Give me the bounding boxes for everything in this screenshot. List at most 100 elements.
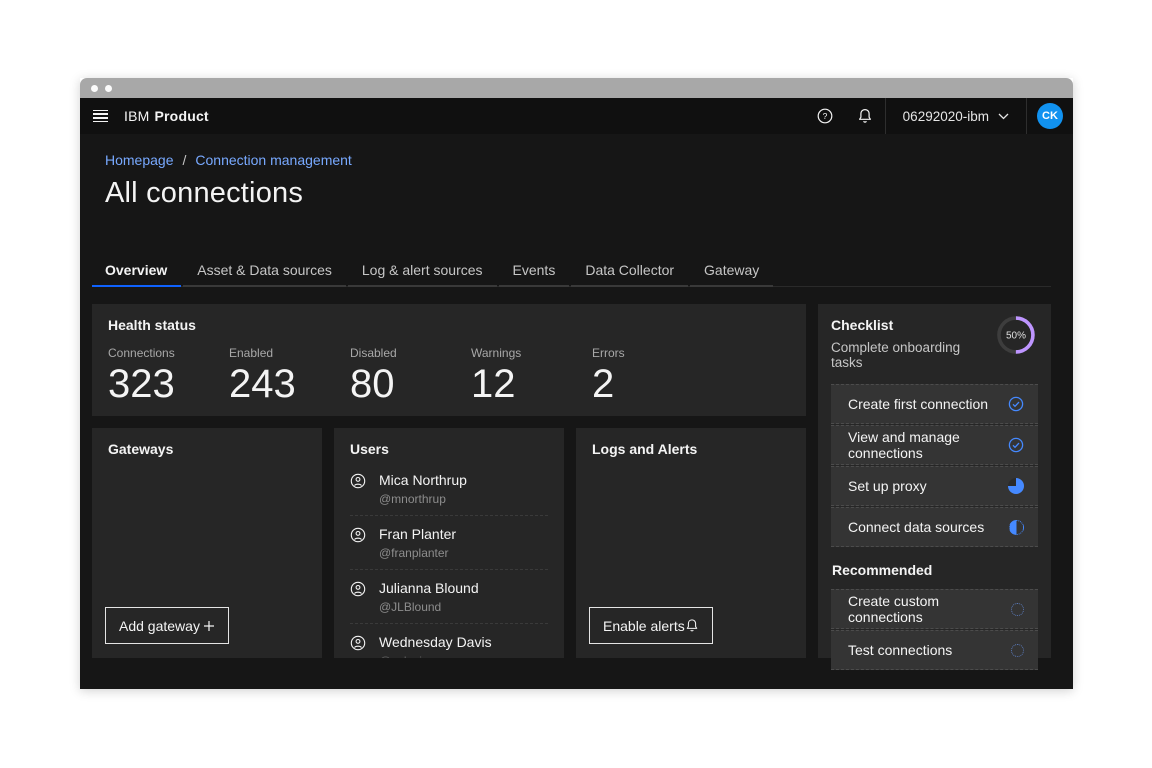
user-avatar[interactable]: CK (1037, 103, 1063, 129)
dotted-circle-icon (1011, 603, 1024, 616)
checklist-item-connect-data-sources[interactable]: Connect data sources (831, 507, 1038, 547)
bell-icon (857, 108, 873, 124)
checklist-subtitle: Complete onboarding tasks (831, 340, 995, 370)
enable-alerts-label: Enable alerts (603, 618, 685, 634)
checklist-item-label: Test connections (848, 642, 952, 658)
account-dropdown[interactable]: 06292020-ibm (886, 98, 1026, 134)
enable-alerts-button[interactable]: Enable alerts (589, 607, 713, 644)
app-shell: IBM Product ? 06292020-ibm (80, 98, 1073, 689)
checklist-item-create-custom-connections[interactable]: Create custom connections (831, 589, 1038, 629)
add-gateway-button[interactable]: Add gateway (105, 607, 229, 644)
user-avatar-icon (350, 473, 366, 489)
half-circle-icon (1009, 520, 1024, 535)
checklist-item-label: Create first connection (848, 396, 988, 412)
notifications-button[interactable] (845, 98, 885, 134)
brand: IBM Product (124, 108, 209, 124)
metric-value: 243 (229, 362, 350, 407)
logs-alerts-card: Logs and Alerts Enable alerts (576, 428, 806, 658)
recommended-title: Recommended (832, 562, 1038, 578)
checklist-item-label: Create custom connections (848, 593, 1011, 625)
svg-text:?: ? (822, 111, 827, 121)
user-handle: @franplanter (379, 546, 456, 560)
partial-pie-icon (1008, 478, 1024, 494)
user-handle: @wdavis (379, 654, 492, 658)
list-item: Julianna Blound @JLBlound (350, 569, 548, 623)
health-metrics: Connections 323 Enabled 243 Disabled 80 (108, 346, 790, 407)
metric-label: Warnings (471, 346, 592, 360)
top-bar: IBM Product ? 06292020-ibm (80, 98, 1073, 134)
help-button[interactable]: ? (805, 98, 845, 134)
users-card: Users Mica Northrup (334, 428, 564, 658)
metric-label: Errors (592, 346, 713, 360)
metric-label: Disabled (350, 346, 471, 360)
gateways-title: Gateways (108, 441, 306, 457)
page-title: All connections (105, 177, 1051, 210)
list-item: Fran Planter @franplanter (350, 515, 548, 569)
main-content: Homepage / Connection management All con… (80, 134, 1073, 658)
bell-icon (685, 618, 699, 633)
checklist-item-test-connections[interactable]: Test connections (831, 630, 1038, 670)
users-list: Mica Northrup @mnorthrup (350, 462, 548, 658)
recommended-items: Create custom connections Test connectio… (831, 589, 1038, 670)
breadcrumb-homepage[interactable]: Homepage (105, 152, 174, 168)
brand-name: Product (155, 108, 209, 124)
add-gateway-label: Add gateway (119, 618, 200, 634)
metric-label: Connections (108, 346, 229, 360)
progress-label: 50% (1006, 330, 1026, 341)
tab-data-collector[interactable]: Data Collector (571, 254, 688, 287)
metric-warnings: Warnings 12 (471, 346, 592, 407)
window-dot (91, 85, 98, 92)
metric-value: 2 (592, 362, 713, 407)
app-window: IBM Product ? 06292020-ibm (80, 78, 1073, 689)
user-name: Mica Northrup (379, 472, 467, 488)
dashboard-grid: Health status Connections 323 Enabled 24… (92, 304, 1051, 658)
breadcrumb: Homepage / Connection management (105, 152, 1051, 168)
breadcrumb-connection-management[interactable]: Connection management (195, 152, 351, 168)
health-status-title: Health status (108, 317, 790, 333)
user-name: Julianna Blound (379, 580, 479, 596)
list-item: Wednesday Davis @wdavis (350, 623, 548, 658)
health-status-card: Health status Connections 323 Enabled 24… (92, 304, 806, 416)
metric-errors: Errors 2 (592, 346, 713, 407)
dotted-circle-icon (1011, 644, 1024, 657)
tab-overview[interactable]: Overview (92, 254, 181, 287)
window-dot (105, 85, 112, 92)
checklist-item-view-manage-connections[interactable]: View and manage connections (831, 425, 1038, 465)
tab-bar: Overview Asset & Data sources Log & aler… (92, 254, 1051, 287)
window-titlebar (80, 78, 1073, 98)
tab-events[interactable]: Events (499, 254, 570, 287)
metric-label: Enabled (229, 346, 350, 360)
menu-button[interactable] (80, 98, 120, 134)
checklist-items: Create first connection View and manage … (831, 384, 1038, 547)
user-avatar-icon (350, 527, 366, 543)
gateways-card: Gateways Add gateway (92, 428, 322, 658)
checklist-title: Checklist (831, 317, 995, 333)
progress-ring: 50% (995, 314, 1037, 356)
account-name: 06292020-ibm (903, 109, 989, 124)
metric-value: 12 (471, 362, 592, 407)
breadcrumb-separator: / (183, 152, 187, 168)
metric-value: 80 (350, 362, 471, 407)
tab-gateway[interactable]: Gateway (690, 254, 773, 287)
brand-prefix: IBM (124, 108, 150, 124)
check-circle-icon (1008, 396, 1024, 412)
tab-asset-data-sources[interactable]: Asset & Data sources (183, 254, 346, 287)
checklist-panel: Checklist Complete onboarding tasks 50% … (818, 304, 1051, 658)
chevron-down-icon (998, 113, 1009, 120)
checklist-item-set-up-proxy[interactable]: Set up proxy (831, 466, 1038, 506)
user-handle: @mnorthrup (379, 492, 467, 506)
list-item: Mica Northrup @mnorthrup (350, 462, 548, 515)
checklist-item-label: Connect data sources (848, 519, 984, 535)
checklist-item-create-first-connection[interactable]: Create first connection (831, 384, 1038, 424)
user-name: Wednesday Davis (379, 634, 492, 650)
check-circle-icon (1008, 437, 1024, 453)
user-handle: @JLBlound (379, 600, 479, 614)
metric-enabled: Enabled 243 (229, 346, 350, 407)
user-name: Fran Planter (379, 526, 456, 542)
checklist-item-label: Set up proxy (848, 478, 927, 494)
tab-log-alert-sources[interactable]: Log & alert sources (348, 254, 497, 287)
checklist-item-label: View and manage connections (848, 429, 1008, 461)
question-circle-icon: ? (817, 108, 833, 124)
metric-value: 323 (108, 362, 229, 407)
menu-icon (93, 110, 108, 122)
